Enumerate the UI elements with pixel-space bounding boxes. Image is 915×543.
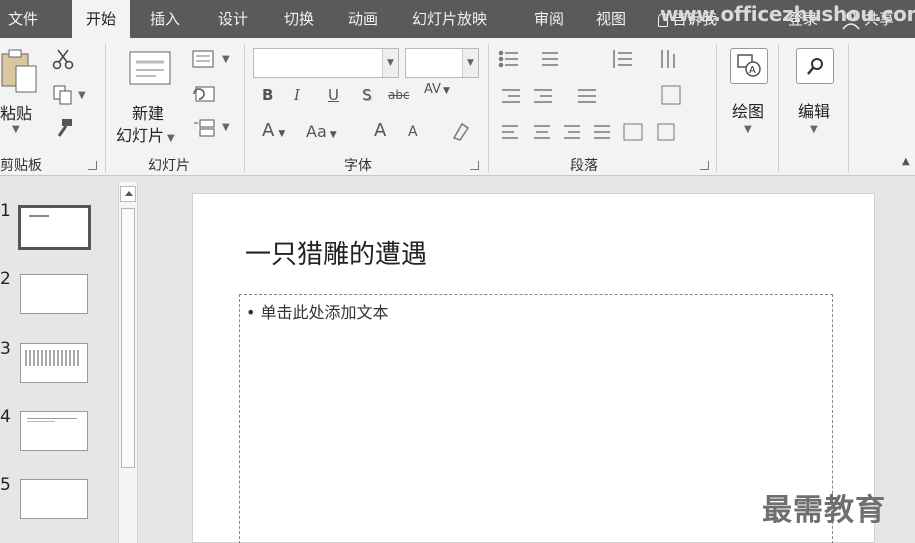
layout-dropdown-arrow[interactable]: ▼ [222, 54, 230, 65]
section-dropdown-arrow[interactable]: ▼ [222, 122, 230, 133]
clipboard-launcher-icon[interactable] [88, 161, 97, 170]
scroll-up-button[interactable] [120, 186, 136, 202]
watermark-logo-text: 最需教育 [762, 493, 886, 528]
group-separator [244, 44, 245, 172]
italic-button[interactable]: I [294, 86, 300, 104]
font-group-label: 字体 [344, 158, 372, 174]
tab-file[interactable]: 文件 [2, 0, 44, 38]
tab-slideshow[interactable]: 幻灯片放映 [406, 0, 493, 38]
group-separator [848, 44, 849, 172]
shapes-icon: A [737, 54, 761, 77]
cut-icon[interactable] [52, 48, 74, 70]
editing-label[interactable]: 编辑 [798, 98, 830, 122]
bold-button[interactable]: B [262, 86, 273, 104]
slide-thumbnail-2[interactable] [20, 274, 88, 314]
content-placeholder[interactable]: • 单击此处添加文本 [239, 294, 833, 543]
line-spacing-icon[interactable] [613, 50, 632, 68]
shadow-button[interactable]: S [362, 86, 372, 104]
tab-transitions[interactable]: 切换 [278, 0, 320, 38]
slide-number: 4 [0, 407, 11, 427]
decrease-indent-icon[interactable] [502, 89, 520, 103]
paragraph-launcher-icon[interactable] [700, 161, 709, 170]
bullets-icon[interactable] [498, 50, 519, 68]
watermark-url: www.officezhushou.com [660, 2, 915, 26]
drawing-dropdown-arrow[interactable]: ▼ [744, 124, 752, 135]
font-launcher-icon[interactable] [470, 161, 479, 170]
distribute-icon[interactable] [623, 123, 643, 141]
group-separator [488, 44, 489, 172]
shrink-font-button[interactable]: A [408, 124, 418, 140]
paragraph-controls [498, 50, 681, 141]
collapse-ribbon-icon[interactable]: ▲ [902, 156, 910, 167]
change-case-button[interactable]: Aa ▼ [306, 122, 337, 141]
tab-review[interactable]: 审阅 [528, 0, 570, 38]
align-text-icon[interactable] [661, 85, 681, 105]
drawing-label[interactable]: 绘图 [732, 98, 764, 122]
editing-dropdown-arrow[interactable]: ▼ [810, 124, 818, 135]
new-slide-label-1[interactable]: 新建 [132, 100, 164, 124]
new-slide-button[interactable]: 幻灯片 ▼ [116, 122, 175, 146]
clear-formatting-icon[interactable] [450, 120, 472, 142]
paste-dropdown-arrow[interactable]: ▼ [12, 124, 20, 135]
search-icon [807, 58, 823, 75]
clipboard-group-label: 剪贴板 [0, 158, 42, 174]
slides-group-label: 幻灯片 [148, 158, 190, 174]
format-painter-icon[interactable] [54, 118, 74, 138]
tab-view[interactable]: 视图 [590, 0, 632, 38]
slide-number: 5 [0, 475, 11, 495]
reset-icon[interactable] [192, 84, 216, 104]
text-direction-icon[interactable] [661, 50, 675, 68]
copy-icon[interactable] [52, 84, 74, 106]
group-separator [778, 44, 779, 172]
ribbon: 粘贴 ▼ ▼ 剪贴板 新建 幻灯片 ▼ ▼ ▼ 幻灯片 ▼ ▼ B I U S … [0, 38, 915, 176]
smartart-icon[interactable] [657, 123, 675, 141]
slide-number: 3 [0, 339, 11, 359]
new-slide-icon[interactable] [126, 46, 174, 88]
font-size-dropdown-arrow[interactable]: ▼ [462, 49, 478, 77]
slide-title[interactable]: 一只猎雕的遭遇 [245, 234, 427, 271]
slide-thumbnail-1[interactable] [18, 205, 91, 250]
slide-thumbnail-5[interactable] [20, 479, 88, 519]
find-button[interactable] [796, 48, 834, 84]
numbering-icon[interactable] [542, 52, 558, 66]
ribbon-tab-bar: 文件 开始 插入 设计 切换 动画 幻灯片放映 审阅 视图 告诉我 登录 共享 … [0, 0, 915, 38]
align-right-icon[interactable] [564, 125, 580, 139]
align-left-icon[interactable] [502, 125, 518, 139]
group-separator [105, 44, 106, 172]
group-separator [716, 44, 717, 172]
slide-thumbnail-3[interactable] [20, 343, 88, 383]
tab-animations[interactable]: 动画 [342, 0, 384, 38]
font-name-combobox[interactable]: ▼ [253, 48, 399, 78]
font-size-combobox[interactable]: ▼ [405, 48, 479, 78]
drawing-button[interactable]: A [730, 48, 768, 84]
grow-font-button[interactable]: A [374, 120, 386, 141]
triangle-up-icon [125, 191, 133, 196]
underline-button[interactable]: U [328, 86, 339, 104]
copy-dropdown-arrow[interactable]: ▼ [78, 90, 86, 101]
font-color-button[interactable]: A ▼ [262, 120, 285, 141]
tab-design[interactable]: 设计 [212, 0, 254, 38]
paste-button[interactable]: 粘贴 [0, 100, 32, 124]
layout-icon[interactable] [192, 50, 216, 70]
strikethrough-button[interactable]: abc [388, 88, 410, 102]
columns-icon[interactable] [578, 89, 596, 103]
svg-text:A: A [749, 65, 756, 76]
font-name-dropdown-arrow[interactable]: ▼ [382, 49, 398, 77]
thumbnail-scrollbar[interactable] [118, 182, 138, 543]
char-spacing-button[interactable]: AV ▼ [424, 82, 450, 97]
paste-icon [1, 49, 37, 93]
slide-thumbnail-4[interactable] [20, 411, 88, 451]
slide-number: 1 [0, 201, 11, 221]
scrollbar-thumb[interactable] [121, 208, 135, 468]
slide-number: 2 [0, 269, 11, 289]
tab-home[interactable]: 开始 [72, 0, 130, 38]
tab-insert[interactable]: 插入 [144, 0, 186, 38]
placeholder-text: • 单击此处添加文本 [246, 303, 389, 322]
paragraph-group-label: 段落 [570, 158, 598, 174]
justify-icon[interactable] [594, 125, 610, 139]
increase-indent-icon[interactable] [534, 89, 552, 103]
section-icon[interactable] [192, 118, 216, 138]
new-slide-dropdown-arrow: ▼ [167, 133, 175, 144]
align-center-icon[interactable] [534, 125, 550, 139]
